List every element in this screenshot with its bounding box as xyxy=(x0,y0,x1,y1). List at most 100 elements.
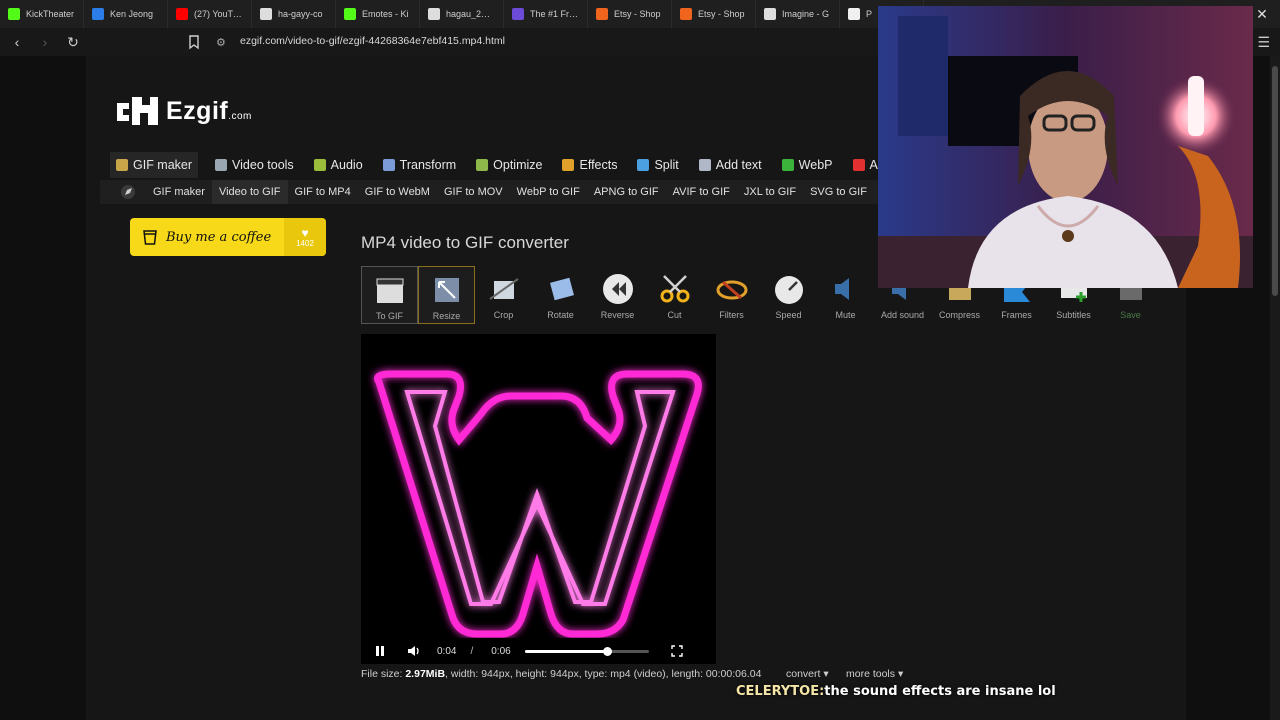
browser-tab-title: Etsy - Shop xyxy=(614,9,661,19)
browser-tab[interactable]: (27) YouTube xyxy=(168,0,252,28)
main-menu-label: WebP xyxy=(798,158,833,172)
window-close-icon[interactable]: ✕ xyxy=(1252,4,1272,24)
site-settings-icon[interactable]: ⚙ xyxy=(216,36,230,49)
back-icon[interactable]: ‹ xyxy=(6,31,28,53)
browser-tab[interactable]: Emotes - Ki xyxy=(336,0,420,28)
more-tools-caret-icon: ▾ xyxy=(897,668,904,680)
rocket-icon[interactable] xyxy=(116,180,140,204)
app-icon xyxy=(512,8,524,20)
sub-menu-item[interactable]: SVG to GIF xyxy=(803,180,874,204)
seek-bar[interactable] xyxy=(524,646,649,656)
seek-progress xyxy=(524,649,607,653)
main-menu-label: Split xyxy=(654,158,679,172)
tool-cut-button[interactable]: Cut xyxy=(646,266,703,324)
bookmark-icon[interactable] xyxy=(186,33,202,51)
logo-text: Ezgif.com xyxy=(166,97,252,126)
youtube-icon xyxy=(176,8,188,20)
tool-label: Rotate xyxy=(547,310,574,320)
browser-tab[interactable]: The #1 Free xyxy=(504,0,588,28)
sub-menu-item[interactable]: JXL to GIF xyxy=(737,180,803,204)
scissors-icon xyxy=(658,272,692,306)
tool-label: Save xyxy=(1120,310,1141,320)
tool-label: Resize xyxy=(432,311,461,321)
screen: KickTheater Ken Jeong (27) YouTube ha-gayy-… xyxy=(0,0,1280,720)
film-icon xyxy=(215,159,228,171)
speed-icon xyxy=(772,272,806,306)
tool-speed-button[interactable]: Speed xyxy=(760,266,817,324)
browser-tab[interactable]: Ken Jeong xyxy=(84,0,168,28)
file-size-label: File size: xyxy=(361,668,406,680)
browser-tab-title: Ken Jeong xyxy=(110,9,154,19)
sub-menu-item[interactable]: AVIF to GIF xyxy=(666,180,737,204)
tool-mute-button[interactable]: Mute xyxy=(817,266,874,324)
file-details: , width: 944px, height: 944px, type: mp4… xyxy=(445,668,762,680)
seek-handle[interactable] xyxy=(602,646,612,656)
browser-tab[interactable]: Imagine - G xyxy=(756,0,840,28)
text-icon xyxy=(698,159,711,171)
sub-menu-item[interactable]: GIF to MOV xyxy=(437,180,510,204)
main-menu-label: Transform xyxy=(399,158,457,172)
volume-icon[interactable] xyxy=(407,645,421,657)
main-menu: GIF maker Video tools Audio Transform Optimi… xyxy=(110,152,908,178)
sub-menu-item[interactable]: GIF to WebM xyxy=(358,180,437,204)
browser-menu-icon[interactable]: ☰ xyxy=(1257,34,1270,51)
main-menu-item[interactable]: Split xyxy=(634,152,681,178)
rotate-icon xyxy=(544,272,578,306)
browser-tab[interactable]: hagau_2_50 xyxy=(420,0,504,28)
sub-menu-item[interactable]: WebP to GIF xyxy=(510,180,587,204)
sub-menu-item[interactable]: APNG to GIF xyxy=(587,180,666,204)
transform-icon xyxy=(382,159,395,171)
coffee-label: Buy me a coffee xyxy=(166,229,272,245)
url-text[interactable]: ezgif.com/video-to-gif/ezgif-44268364e7e… xyxy=(240,35,505,47)
buy-me-a-coffee-button[interactable]: Buy me a coffee ♥ 1402 xyxy=(130,218,326,256)
sub-menu-item[interactable]: GIF to MP4 xyxy=(288,180,358,204)
audio-icon xyxy=(313,159,326,171)
tool-rotate-button[interactable]: Rotate xyxy=(532,266,589,324)
video-player[interactable]: 0:04 / 0:06 xyxy=(361,334,716,664)
main-menu-label: Audio xyxy=(330,158,363,172)
tool-filters-button[interactable]: Filters xyxy=(703,266,760,324)
convert-dropdown[interactable]: convert ▾ xyxy=(786,668,829,680)
more-tools-dropdown[interactable]: more tools ▾ xyxy=(846,668,903,680)
apng-icon xyxy=(852,159,865,171)
main-menu-item[interactable]: WebP xyxy=(779,152,836,178)
tool-crop-button[interactable]: Crop xyxy=(475,266,532,324)
main-menu-label: Effects xyxy=(579,158,618,172)
main-menu-item[interactable]: Add text xyxy=(696,152,765,178)
gif-maker-icon xyxy=(116,159,128,171)
page-scrollbar[interactable] xyxy=(1270,56,1280,720)
crop-icon xyxy=(487,272,521,306)
browser-tab-title: Emotes - Ki xyxy=(362,9,409,19)
ezgif-logo[interactable]: Ezgif.com xyxy=(114,93,252,129)
pause-icon[interactable] xyxy=(375,645,385,657)
main-menu-item[interactable]: GIF maker xyxy=(110,152,199,178)
browser-tab-title: KickTheater xyxy=(26,9,75,19)
browser-tab[interactable]: KickTheater xyxy=(0,0,84,28)
etsy-icon xyxy=(596,8,608,20)
fullscreen-icon[interactable] xyxy=(671,645,683,657)
main-menu-label: GIF maker xyxy=(133,158,193,172)
more-tools-label: more tools xyxy=(846,668,896,680)
main-menu-label: Video tools xyxy=(232,158,294,172)
split-icon xyxy=(637,159,650,171)
main-menu-item[interactable]: Optimize xyxy=(473,152,545,178)
main-menu-item[interactable]: Effects xyxy=(559,152,620,178)
doc-icon xyxy=(92,8,104,20)
time-separator: / xyxy=(470,645,474,657)
tool-to-gif-button[interactable]: To GIF xyxy=(361,266,418,324)
sub-menu-item[interactable]: GIF maker xyxy=(146,180,212,204)
sub-menu-item[interactable]: Video to GIF xyxy=(211,180,288,204)
tool-reverse-button[interactable]: Reverse xyxy=(589,266,646,324)
tool-resize-button[interactable]: Resize xyxy=(418,266,475,324)
tool-label: Speed xyxy=(775,310,802,320)
scrollbar-thumb[interactable] xyxy=(1272,66,1278,296)
browser-tab[interactable]: Etsy - Shop xyxy=(588,0,672,28)
browser-tab[interactable]: Etsy - Shop xyxy=(672,0,756,28)
main-menu-item[interactable]: Audio xyxy=(311,152,366,178)
forward-icon[interactable]: › xyxy=(34,31,56,53)
browser-tab[interactable]: ha-gayy-co xyxy=(252,0,336,28)
reload-icon[interactable]: ↻ xyxy=(62,31,84,53)
main-menu-item[interactable]: Video tools xyxy=(212,152,297,178)
browser-tab-title: Imagine - G xyxy=(782,9,830,19)
main-menu-item[interactable]: Transform xyxy=(380,152,460,178)
